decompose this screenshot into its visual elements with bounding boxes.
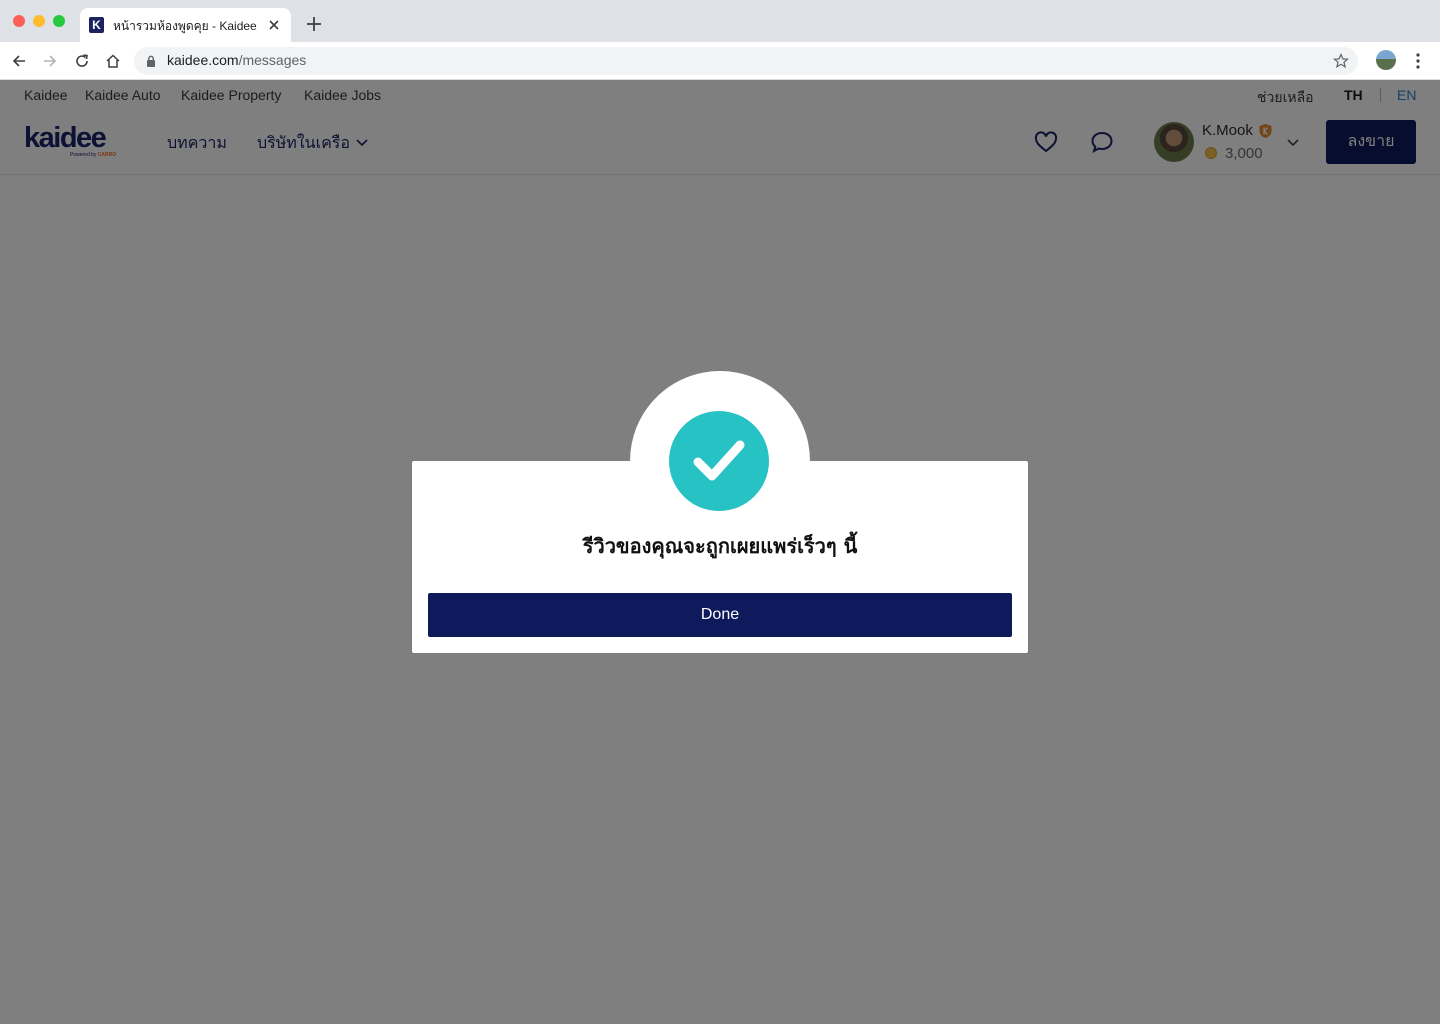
star-icon[interactable] xyxy=(1333,53,1349,69)
close-window-button[interactable] xyxy=(13,15,25,27)
kaidee-favicon-icon: K xyxy=(89,17,104,33)
browser-tabstrip: K หน้ารวมห้องพูดคุย - Kaidee xyxy=(0,0,1440,42)
home-icon[interactable] xyxy=(105,53,121,69)
address-bar[interactable]: kaidee.com/messages xyxy=(134,47,1358,75)
success-check-icon xyxy=(669,411,769,511)
check-icon xyxy=(693,440,745,481)
back-icon[interactable] xyxy=(11,53,27,69)
close-tab-icon[interactable] xyxy=(267,18,281,32)
url-host: kaidee.com xyxy=(167,52,239,68)
lock-icon xyxy=(147,55,155,67)
minimize-window-button[interactable] xyxy=(33,15,45,27)
reload-icon[interactable] xyxy=(74,53,90,69)
browser-toolbar: kaidee.com/messages xyxy=(0,42,1440,80)
browser-profile-avatar[interactable] xyxy=(1376,50,1396,70)
browser-tab[interactable]: K หน้ารวมห้องพูดคุย - Kaidee xyxy=(80,8,291,42)
maximize-window-button[interactable] xyxy=(53,15,65,27)
url-path: /messages xyxy=(238,52,307,68)
done-button[interactable]: Done xyxy=(428,593,1012,637)
new-tab-icon[interactable] xyxy=(306,16,322,32)
forward-icon[interactable] xyxy=(42,53,58,69)
browser-menu-icon[interactable] xyxy=(1412,52,1424,70)
modal-message: รีวิวของคุณจะถูกเผยแพร่เร็วๆ นี้ xyxy=(582,534,858,558)
url-text: kaidee.com/messages xyxy=(167,52,306,68)
tab-title: หน้ารวมห้องพูดคุย - Kaidee xyxy=(113,19,257,33)
